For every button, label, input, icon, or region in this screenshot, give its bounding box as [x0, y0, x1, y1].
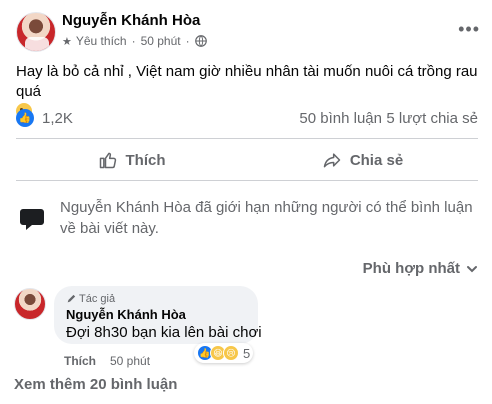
like-button[interactable]: Thích [16, 143, 247, 177]
comment-author-name[interactable]: Nguyễn Khánh Hòa [66, 307, 186, 322]
post-actions: Thích Chia sẻ [16, 143, 478, 177]
comment-restriction-notice: Nguyễn Khánh Hòa đã giới hạn những người… [16, 196, 478, 240]
author-tag: Tác giả [66, 293, 115, 305]
post-header: Nguyễn Khánh Hòa ★ Yêu thích · 50 phút ·… [16, 10, 486, 56]
sort-label: Phù hợp nhất [362, 260, 460, 277]
globe-icon [194, 35, 207, 47]
view-more-comments-link[interactable]: Xem thêm 20 bình luận [14, 376, 177, 393]
separator-dot: · [185, 34, 190, 48]
more-options-button[interactable]: ••• [458, 20, 480, 38]
reaction-count[interactable]: 1,2K [42, 110, 73, 127]
star-icon: ★ [62, 35, 72, 48]
favorite-label: Yêu thích [75, 34, 127, 48]
post-body: Hay là bỏ cả nhỉ , Việt nam giờ nhiều nh… [16, 63, 478, 100]
pen-icon [67, 294, 76, 303]
comment-bubble: Tác giả Nguyễn Khánh Hòa Đợi 8h30 bạn ki… [54, 286, 262, 344]
comment-reactions[interactable]: 👍 😆 😢 5 [194, 343, 254, 363]
comment-time[interactable]: 50 phút [110, 354, 150, 368]
notice-text: Nguyễn Khánh Hòa đã giới hạn những người… [60, 199, 473, 237]
share-button[interactable]: Chia sẻ [247, 143, 478, 177]
share-label: Chia sẻ [349, 151, 404, 169]
post-meta: ★ Yêu thích · 50 phút · [62, 34, 207, 48]
comments-count[interactable]: 50 bình luận [299, 110, 382, 127]
like-label: Thích [125, 151, 166, 169]
comment-text: Đợi 8h30 bạn kia lên bài chơi [66, 324, 262, 341]
divider [16, 138, 478, 139]
post-time[interactable]: 50 phút [141, 34, 181, 48]
author-tag-label: Tác giả [79, 293, 116, 305]
like-reaction-icon[interactable]: 👍 [16, 109, 34, 127]
chevron-down-icon [467, 265, 477, 272]
share-arrow-icon [323, 153, 341, 168]
divider [16, 180, 478, 181]
author-name[interactable]: Nguyễn Khánh Hòa [62, 12, 200, 29]
comment-sort-dropdown[interactable]: Phù hợp nhất [363, 260, 478, 277]
comment-author-avatar[interactable] [14, 288, 46, 320]
chat-bubble-icon [20, 209, 44, 230]
thumbs-up-icon [99, 152, 116, 169]
comment-reaction-count: 5 [243, 345, 251, 361]
shares-count[interactable]: 5 lượt chia sẻ [386, 110, 478, 127]
author-avatar[interactable] [16, 12, 56, 52]
separator-dot: · [131, 34, 136, 48]
sad-reaction-icon: 😢 [223, 345, 239, 361]
post-stats: 👍 1,2K 50 bình luận 5 lượt chia sẻ [16, 108, 478, 130]
comment-like-button[interactable]: Thích [64, 354, 96, 368]
comment-actions: Thích 50 phút [64, 354, 150, 368]
